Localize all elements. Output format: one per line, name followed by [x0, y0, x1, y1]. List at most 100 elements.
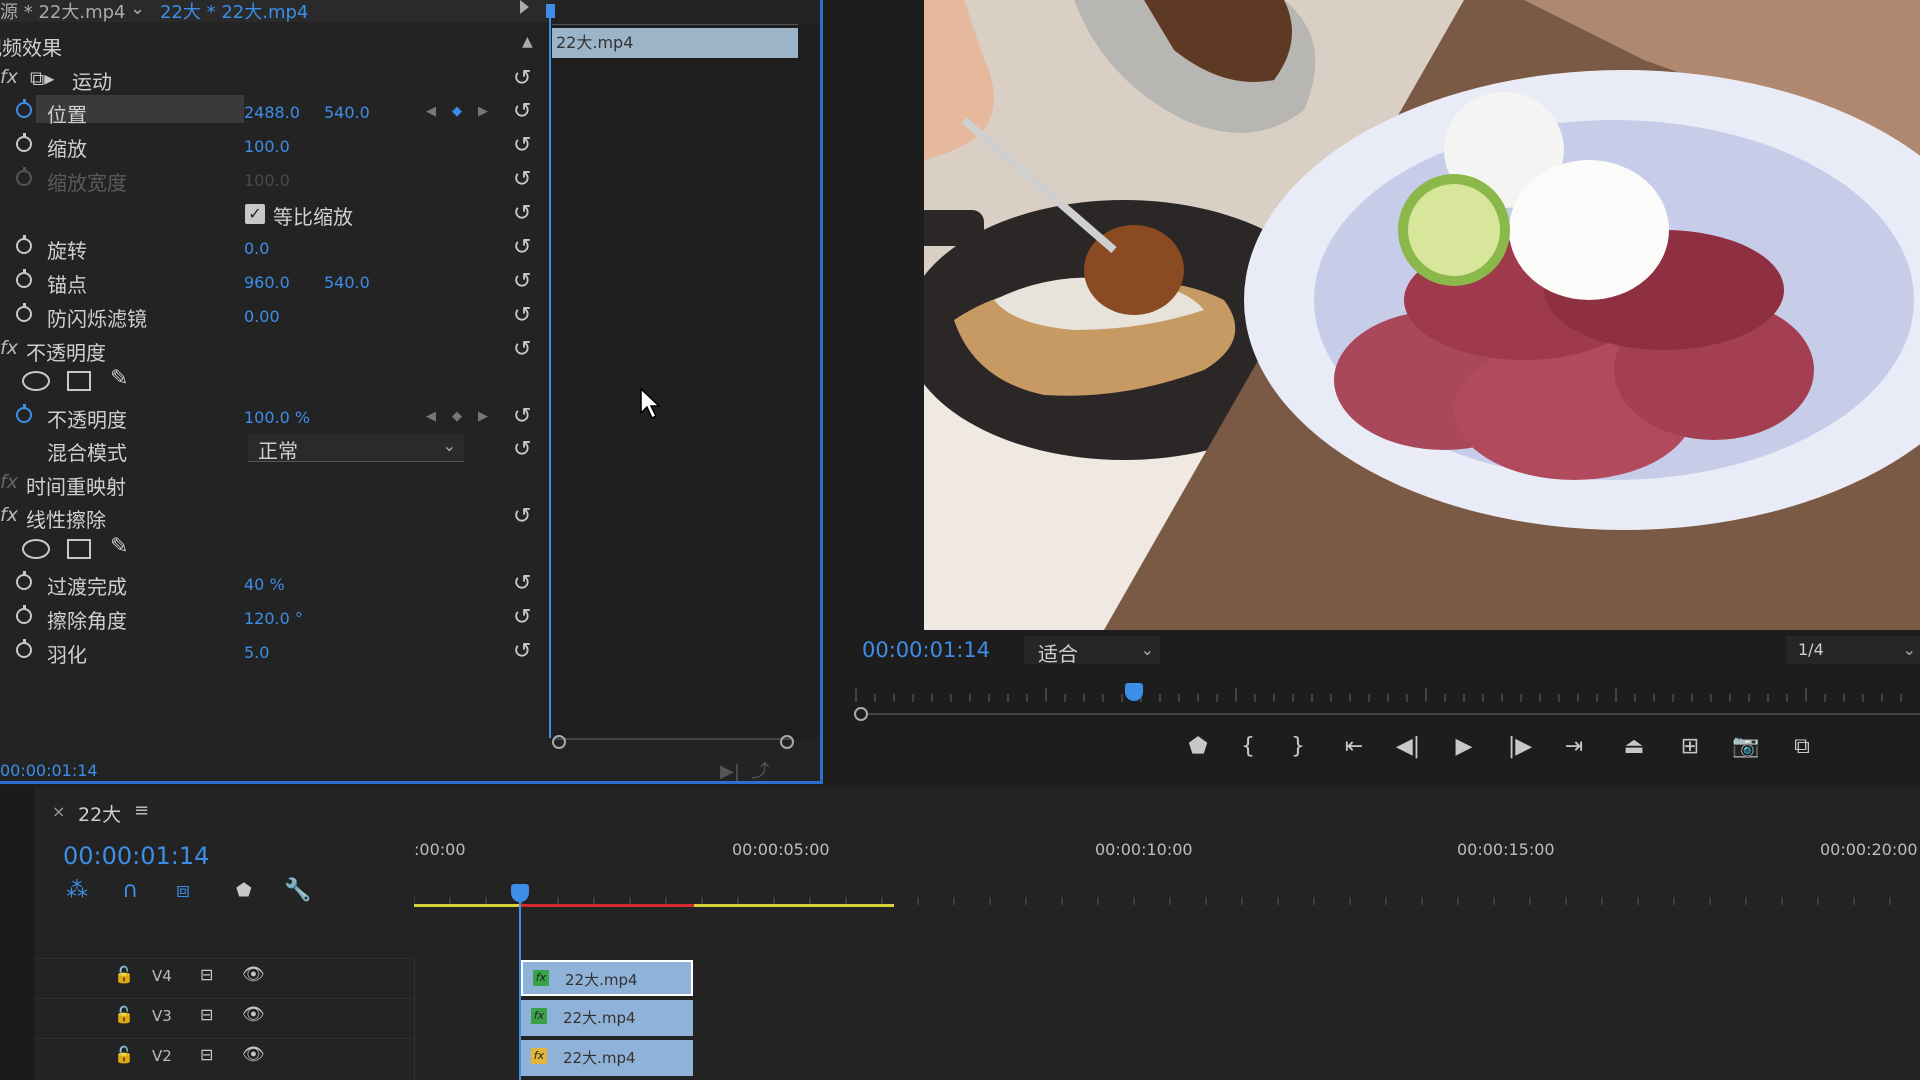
- effect-controls-timecode[interactable]: 00:00:01:14: [0, 761, 98, 780]
- reset-icon[interactable]: ↺: [513, 201, 531, 226]
- property-scale[interactable]: 缩放 100.0 ↺: [0, 129, 548, 161]
- uniform-scale-checkbox[interactable]: ✓: [245, 204, 265, 224]
- reset-icon[interactable]: ↺: [513, 269, 531, 294]
- ellipse-mask-icon[interactable]: [22, 539, 50, 559]
- timeline-ruler[interactable]: :00:00 00:00:05:00 00:00:10:00 00:00:15:…: [414, 840, 1920, 900]
- reset-icon[interactable]: ↺: [513, 639, 531, 664]
- chevron-down-icon[interactable]: ⌄: [130, 0, 145, 19]
- marker-icon[interactable]: ⬟: [1180, 734, 1216, 759]
- property-uniform-scale[interactable]: ✓ 等比缩放 ↺: [0, 197, 548, 229]
- rectangle-mask-icon[interactable]: [67, 539, 91, 559]
- sequence-clip-label[interactable]: 22大 * 22大.mp4: [160, 0, 308, 24]
- property-blend-mode[interactable]: 混合模式 正常 ⌄ ↺: [0, 433, 548, 465]
- property-rotation[interactable]: 旋转 0.0 ↺: [0, 231, 548, 263]
- eye-icon[interactable]: 👁: [242, 964, 265, 985]
- effect-controls-playhead[interactable]: [549, 8, 551, 738]
- program-zoom-handle[interactable]: [854, 707, 868, 721]
- play-icon[interactable]: ▶: [1446, 734, 1482, 759]
- reset-icon[interactable]: ↺: [513, 66, 531, 91]
- property-position[interactable]: 位置 2488.0 540.0 ◀ ◆ ▶ ↺: [0, 95, 548, 127]
- scroll-handle-right[interactable]: [780, 735, 794, 749]
- reset-icon[interactable]: ↺: [513, 99, 531, 124]
- lock-icon[interactable]: 🔓: [114, 1005, 134, 1024]
- playback-resolution-dropdown[interactable]: 1/4 ⌄: [1786, 636, 1920, 664]
- play-triangle-icon[interactable]: [520, 0, 529, 14]
- sync-lock-icon[interactable]: ⊟: [200, 965, 213, 984]
- reset-icon[interactable]: ↺: [513, 605, 531, 630]
- feather-value[interactable]: 5.0: [244, 643, 269, 662]
- effect-controls-timeline[interactable]: [550, 24, 820, 740]
- lock-icon[interactable]: 🔓: [114, 965, 134, 984]
- timeline-playhead-handle[interactable]: [511, 884, 529, 902]
- effect-motion[interactable]: fx ⧉▸ 运动 ↺: [0, 62, 548, 94]
- linked-selection-icon[interactable]: ⧈: [176, 878, 190, 903]
- wrench-icon[interactable]: 🔧: [284, 878, 311, 903]
- rotation-value[interactable]: 0.0: [244, 239, 269, 258]
- eye-icon[interactable]: 👁: [242, 1044, 265, 1065]
- stopwatch-icon[interactable]: [16, 404, 32, 423]
- stopwatch-icon[interactable]: [16, 605, 32, 624]
- track-header-v3[interactable]: 🔓 V3 ⊟ 👁: [34, 998, 414, 1037]
- scroll-handle-left[interactable]: [552, 735, 566, 749]
- pen-mask-icon[interactable]: ✎: [110, 366, 128, 391]
- reset-icon[interactable]: ↺: [513, 504, 531, 529]
- property-feather[interactable]: 羽化 5.0 ↺: [0, 635, 548, 667]
- work-area-bar[interactable]: [414, 904, 520, 907]
- track-header-v4[interactable]: 🔓 V4 ⊟ 👁: [34, 958, 414, 997]
- extract-icon[interactable]: ⊞: [1672, 734, 1708, 759]
- scale-value[interactable]: 100.0: [244, 137, 290, 156]
- eye-icon[interactable]: 👁: [242, 1004, 265, 1025]
- work-area-bar[interactable]: [694, 904, 894, 907]
- prev-keyframe-icon[interactable]: ◀: [426, 104, 436, 119]
- anchor-x-value[interactable]: 960.0: [244, 273, 290, 292]
- program-timecode[interactable]: 00:00:01:14: [862, 638, 990, 662]
- camera-icon[interactable]: 📷: [1728, 734, 1764, 759]
- reset-icon[interactable]: ↺: [513, 437, 531, 462]
- pen-mask-icon[interactable]: ✎: [110, 534, 128, 559]
- source-clip-label[interactable]: 源 * 22大.mp4: [0, 0, 125, 24]
- prev-keyframe-icon[interactable]: ◀: [426, 409, 436, 424]
- blend-mode-dropdown[interactable]: 正常 ⌄: [248, 433, 464, 463]
- reset-icon[interactable]: ↺: [513, 571, 531, 596]
- opacity-value[interactable]: 100.0 %: [244, 408, 310, 427]
- stopwatch-icon[interactable]: [16, 235, 32, 254]
- anti-flicker-value[interactable]: 0.00: [244, 307, 280, 326]
- program-time-ruler[interactable]: [852, 688, 1920, 702]
- completion-value[interactable]: 40 %: [244, 575, 285, 594]
- program-playhead[interactable]: [1125, 683, 1143, 701]
- sync-lock-icon[interactable]: ⊟: [200, 1045, 213, 1064]
- timeline-clip-v4[interactable]: fx 22大.mp4: [521, 960, 693, 996]
- go-to-in-icon[interactable]: ⇤: [1336, 734, 1372, 759]
- effect-opacity[interactable]: fx 不透明度 ↺: [0, 333, 548, 365]
- compare-icon[interactable]: ⧉: [1784, 734, 1820, 759]
- ellipse-mask-icon[interactable]: [22, 371, 50, 391]
- stopwatch-icon[interactable]: [16, 99, 32, 118]
- go-to-out-icon[interactable]: ⇥: [1556, 734, 1592, 759]
- effect-controls-ruler[interactable]: [552, 20, 798, 25]
- zoom-fit-dropdown[interactable]: 适合 ⌄: [1024, 636, 1160, 666]
- track-header-v2[interactable]: 🔓 V2 ⊟ 👁: [34, 1038, 414, 1077]
- property-wipe-angle[interactable]: 擦除角度 120.0 ° ↺: [0, 601, 548, 633]
- sequence-tab[interactable]: 22大: [78, 800, 121, 827]
- step-back-icon[interactable]: ◀|: [1390, 734, 1426, 759]
- rectangle-mask-icon[interactable]: [67, 371, 91, 391]
- reset-icon[interactable]: ↺: [513, 235, 531, 260]
- reset-icon[interactable]: ↺: [513, 133, 531, 158]
- add-keyframe-icon[interactable]: ◆: [452, 104, 462, 119]
- add-marker-icon[interactable]: ⬟: [236, 880, 252, 901]
- fx-icon[interactable]: fx: [0, 504, 18, 526]
- position-x-value[interactable]: 2488.0: [244, 103, 300, 122]
- mark-out-icon[interactable]: }: [1280, 734, 1316, 759]
- mark-in-icon[interactable]: {: [1230, 734, 1266, 759]
- timeline-timecode[interactable]: 00:00:01:14: [63, 842, 209, 870]
- timeline-clip-v3[interactable]: fx 22大.mp4: [521, 1000, 693, 1036]
- panel-menu-icon[interactable]: ≡: [134, 800, 149, 821]
- property-anti-flicker[interactable]: 防闪烁滤镜 0.00 ↺: [0, 299, 548, 331]
- wipe-angle-value[interactable]: 120.0 °: [244, 609, 303, 628]
- program-video-frame[interactable]: [924, 0, 1920, 630]
- timeline-clip-v2[interactable]: fx 22大.mp4: [521, 1040, 693, 1076]
- filter-export-icons[interactable]: ▶| ⤴: [720, 757, 769, 783]
- property-transition-completion[interactable]: 过渡完成 40 % ↺: [0, 567, 548, 599]
- effect-controls-scrollbar[interactable]: [555, 738, 791, 740]
- reset-icon[interactable]: ↺: [513, 337, 531, 362]
